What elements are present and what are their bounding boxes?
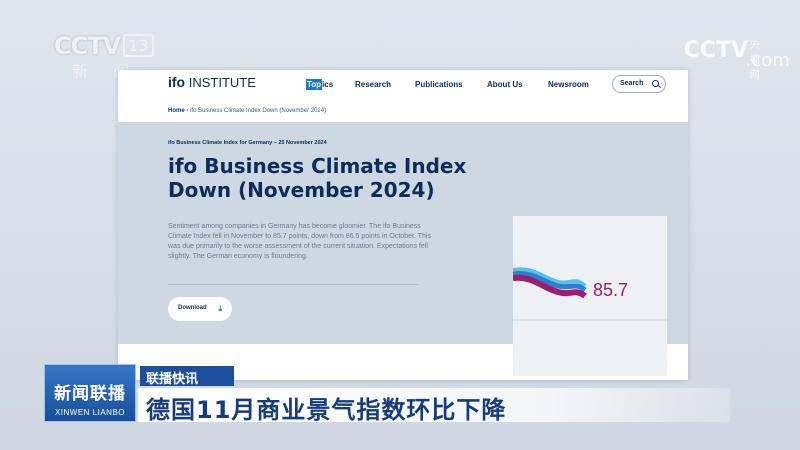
site-nav: ifo INSTITUTE Topics Research Publicatio… <box>118 70 688 102</box>
headline-text: 德国11月商业景气指数环比下降 <box>146 396 507 424</box>
nav-newsroom[interactable]: Newsroom <box>548 80 589 89</box>
program-badge: 新闻联播 XINWEN LIANBO <box>44 364 136 422</box>
divider <box>168 284 418 285</box>
download-button[interactable]: Download ⤓ <box>168 297 232 321</box>
search-icon[interactable] <box>652 80 659 87</box>
download-icon: ⤓ <box>218 304 222 313</box>
breadcrumb-home[interactable]: Home <box>168 108 185 114</box>
nav-topics-rest: ics <box>322 80 334 89</box>
search-placeholder: Search <box>620 80 644 87</box>
watermark-domain: .com <box>745 50 790 71</box>
breadcrumb-current: ifo Business Climate Index Down (Novembe… <box>190 108 327 114</box>
segment-label: 联播快讯 <box>140 366 234 387</box>
breadcrumb: Home › ifo Business Climate Index Down (… <box>168 108 326 114</box>
article-title: ifo Business Climate Index Down (Novembe… <box>168 154 467 202</box>
watermark-logo: CCTV <box>683 38 748 63</box>
nav-about[interactable]: About Us <box>487 80 523 89</box>
nav-research[interactable]: Research <box>355 80 391 89</box>
value-label: 85.7 <box>593 280 628 300</box>
article-kicker: ifo Business Climate Index for Germany –… <box>168 140 327 146</box>
program-name: 新闻联播 <box>54 384 126 403</box>
headline-bar: 德国11月商业景气指数环比下降 <box>138 388 730 424</box>
channel-number: 13 <box>123 34 154 57</box>
nav-publications[interactable]: Publications <box>415 80 463 89</box>
logo-bold: ifo <box>168 74 186 90</box>
cctv-watermark: CCTV 央视网 .com <box>683 38 790 81</box>
climate-chart: 85.7 <box>513 267 667 321</box>
article-summary: Sentiment among companies in Germany has… <box>168 223 431 260</box>
logo-rest: INSTITUTE <box>185 75 256 90</box>
chart-card: 85.7 <box>513 216 667 376</box>
program-pinyin: XINWEN LIANBO <box>54 408 126 417</box>
site-logo[interactable]: ifo INSTITUTE <box>168 74 256 90</box>
breadcrumb-separator: › <box>186 108 189 114</box>
download-label: Download <box>178 305 207 311</box>
nav-topics-highlight: Top <box>306 79 323 90</box>
channel-logo-text: CCTV <box>54 32 121 60</box>
nav-topics[interactable]: Topics <box>306 79 334 90</box>
webpage: ifo INSTITUTE Topics Research Publicatio… <box>118 70 688 380</box>
search-input[interactable]: Search <box>612 75 666 93</box>
